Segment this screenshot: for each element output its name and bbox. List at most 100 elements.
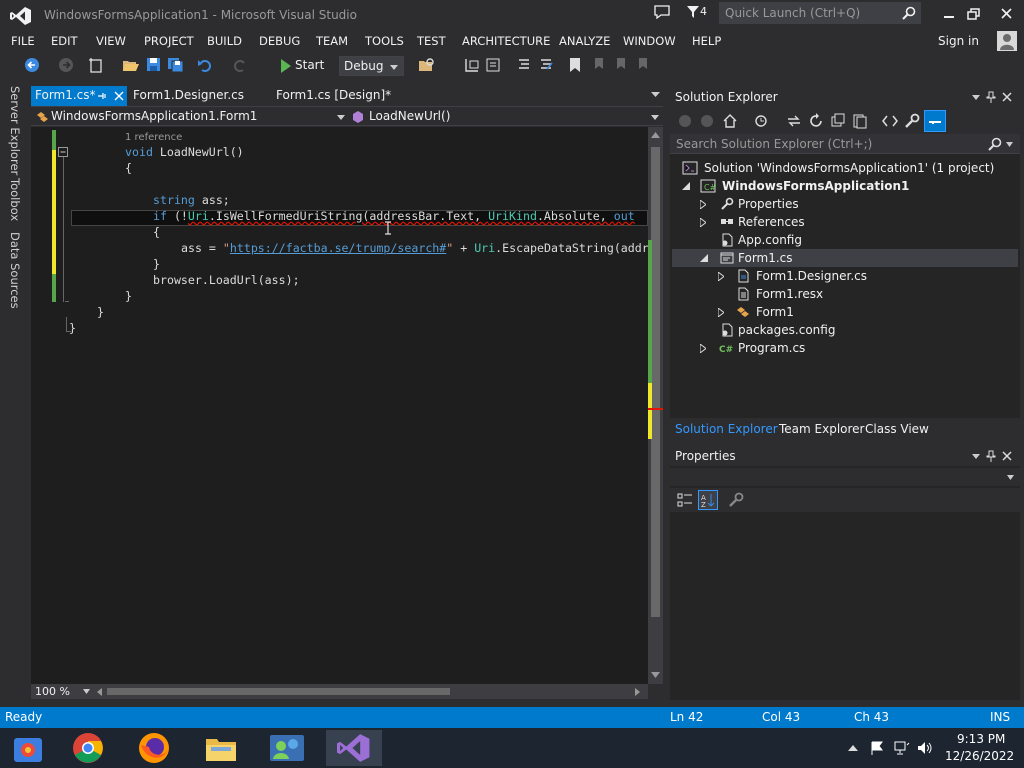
code-line[interactable]: ass = "https://factba.se/trump/search#" … xyxy=(181,240,648,256)
menu-team[interactable]: TEAM xyxy=(316,34,348,48)
menu-view[interactable]: VIEW xyxy=(96,34,126,48)
scroll-down-icon[interactable] xyxy=(651,672,660,678)
step-into-icon[interactable] xyxy=(464,57,480,73)
quick-launch-input[interactable]: Quick Launch (Ctrl+Q) xyxy=(719,2,921,24)
tree-item-app-config[interactable]: App.config xyxy=(672,231,1018,249)
collapsed-triangle-icon[interactable] xyxy=(700,200,706,209)
tree-item-program-cs[interactable]: C# Program.cs xyxy=(672,339,1018,357)
collapsed-triangle-icon[interactable] xyxy=(700,344,706,353)
tree-item-references[interactable]: References xyxy=(672,213,1018,231)
close-icon[interactable] xyxy=(1002,92,1012,102)
close-tab-icon[interactable] xyxy=(114,91,124,101)
panel-dropdown-icon[interactable] xyxy=(972,454,980,459)
forward-icon[interactable] xyxy=(700,114,714,128)
tree-item-form1-cs[interactable]: Form1.cs xyxy=(672,249,1018,267)
scroll-up-icon[interactable] xyxy=(651,132,660,138)
volume-icon[interactable] xyxy=(917,741,933,755)
code-line[interactable]: if (!Uri.IsWellFormedUriString(addressBa… xyxy=(153,208,635,224)
nav-member-select[interactable]: LoadNewUrl() xyxy=(369,109,450,123)
code-line[interactable]: } xyxy=(97,304,104,320)
tab-form1-cs-design[interactable]: Form1.cs [Design]* xyxy=(272,86,395,106)
open-file-icon[interactable] xyxy=(122,57,140,73)
solution-configuration-select[interactable]: Debug xyxy=(339,56,404,76)
previous-bookmark-icon[interactable] xyxy=(592,57,608,73)
feedback-filter-icon[interactable] xyxy=(687,6,699,18)
tab-form1-designer-cs[interactable]: Form1.Designer.cs xyxy=(129,86,248,106)
start-debugging-button[interactable]: Start xyxy=(276,56,334,76)
pin-icon[interactable] xyxy=(986,450,996,462)
bookmark-icon[interactable] xyxy=(568,57,582,73)
new-project-icon[interactable] xyxy=(88,57,106,73)
properties-wrench-icon[interactable] xyxy=(904,113,920,129)
panel-dropdown-icon[interactable] xyxy=(972,95,980,100)
menu-tools[interactable]: TOOLS xyxy=(365,34,404,48)
close-icon[interactable] xyxy=(1002,451,1012,461)
taskbar-app-firefox[interactable] xyxy=(126,730,182,766)
back-icon[interactable] xyxy=(678,114,692,128)
sync-with-document-icon[interactable] xyxy=(786,113,802,129)
code-line[interactable]: } xyxy=(153,256,160,272)
chevron-down-icon[interactable] xyxy=(83,689,90,694)
clear-bookmarks-icon[interactable] xyxy=(636,57,652,73)
menu-debug[interactable]: DEBUG xyxy=(259,34,300,48)
tab-class-view[interactable]: Class View xyxy=(865,422,929,436)
pin-icon[interactable] xyxy=(97,91,107,101)
alphabetical-button[interactable]: AZ xyxy=(698,490,718,510)
menu-project[interactable]: PROJECT xyxy=(144,34,194,48)
show-all-files-icon[interactable] xyxy=(852,113,868,129)
tab-overflow-dropdown-icon[interactable] xyxy=(651,92,660,97)
tree-item-project[interactable]: C# WindowsFormsApplication1 xyxy=(672,177,1018,195)
expanded-triangle-icon[interactable] xyxy=(682,182,690,190)
next-bookmark-icon[interactable] xyxy=(614,57,630,73)
taskbar-app-messenger[interactable] xyxy=(259,730,315,766)
collapsed-triangle-icon[interactable] xyxy=(718,308,724,317)
code-line[interactable]: browser.LoadUrl(ass); xyxy=(153,272,300,288)
tree-item-solution[interactable]: Solution 'WindowsFormsApplication1' (1 p… xyxy=(672,159,1018,177)
property-pages-wrench-icon[interactable] xyxy=(728,492,744,508)
tree-item-form1-class[interactable]: Form1 xyxy=(672,303,1018,321)
menu-file[interactable]: FILE xyxy=(11,34,35,48)
uncomment-lines-icon[interactable] xyxy=(538,57,554,73)
taskbar-app-file-explorer[interactable] xyxy=(193,730,249,766)
menu-analyze[interactable]: ANALYZE xyxy=(559,34,610,48)
comment-lines-icon[interactable] xyxy=(516,57,532,73)
save-all-icon[interactable] xyxy=(167,57,185,73)
tab-form1-cs[interactable]: Form1.cs* xyxy=(31,86,127,106)
code-line[interactable]: { xyxy=(125,160,132,176)
action-center-flag-icon[interactable] xyxy=(870,741,884,755)
chevron-down-icon[interactable] xyxy=(651,115,659,120)
tree-item-properties[interactable]: Properties xyxy=(672,195,1018,213)
tree-item-packages-config[interactable]: packages.config xyxy=(672,321,1018,339)
view-code-icon[interactable] xyxy=(882,113,898,129)
step-over-icon[interactable] xyxy=(485,57,501,73)
scroll-left-icon[interactable] xyxy=(97,688,102,696)
code-editor[interactable]: 1 reference void LoadNewUrl() { string a… xyxy=(31,127,648,684)
collapsed-triangle-icon[interactable] xyxy=(700,218,706,227)
avatar[interactable] xyxy=(997,31,1017,51)
expanded-triangle-icon[interactable] xyxy=(700,254,708,262)
tab-team-explorer[interactable]: Team Explorer xyxy=(779,422,865,436)
code-line[interactable]: string ass; xyxy=(153,192,230,208)
minimize-button[interactable] xyxy=(936,4,962,24)
clock-date[interactable]: 12/26/2022 xyxy=(945,749,1014,763)
find-in-files-icon[interactable] xyxy=(418,57,436,73)
menu-edit[interactable]: EDIT xyxy=(51,34,78,48)
menu-architecture[interactable]: ARCHITECTURE xyxy=(462,34,550,48)
scrollbar-thumb[interactable] xyxy=(107,688,450,695)
show-hidden-icons-icon[interactable] xyxy=(848,745,858,751)
clock-time[interactable]: 9:13 PM xyxy=(957,732,1005,746)
editor-horizontal-scrollbar[interactable]: 100 % xyxy=(31,684,648,699)
object-select[interactable] xyxy=(670,468,1020,486)
chevron-down-icon[interactable] xyxy=(1007,475,1014,480)
network-icon[interactable] xyxy=(894,741,910,755)
refresh-icon[interactable] xyxy=(808,113,824,129)
notifications-icon[interactable] xyxy=(654,5,670,20)
solution-search-input[interactable]: Search Solution Explorer (Ctrl+;) xyxy=(670,134,1020,154)
collapse-all-icon[interactable] xyxy=(830,113,846,129)
save-icon[interactable] xyxy=(146,57,161,72)
tree-item-form1-resx[interactable]: Form1.resx xyxy=(672,285,1018,303)
preview-selected-items-button[interactable] xyxy=(924,110,946,132)
close-window-button[interactable] xyxy=(994,4,1020,24)
search-icon[interactable] xyxy=(988,137,1002,151)
home-icon[interactable] xyxy=(722,113,738,129)
